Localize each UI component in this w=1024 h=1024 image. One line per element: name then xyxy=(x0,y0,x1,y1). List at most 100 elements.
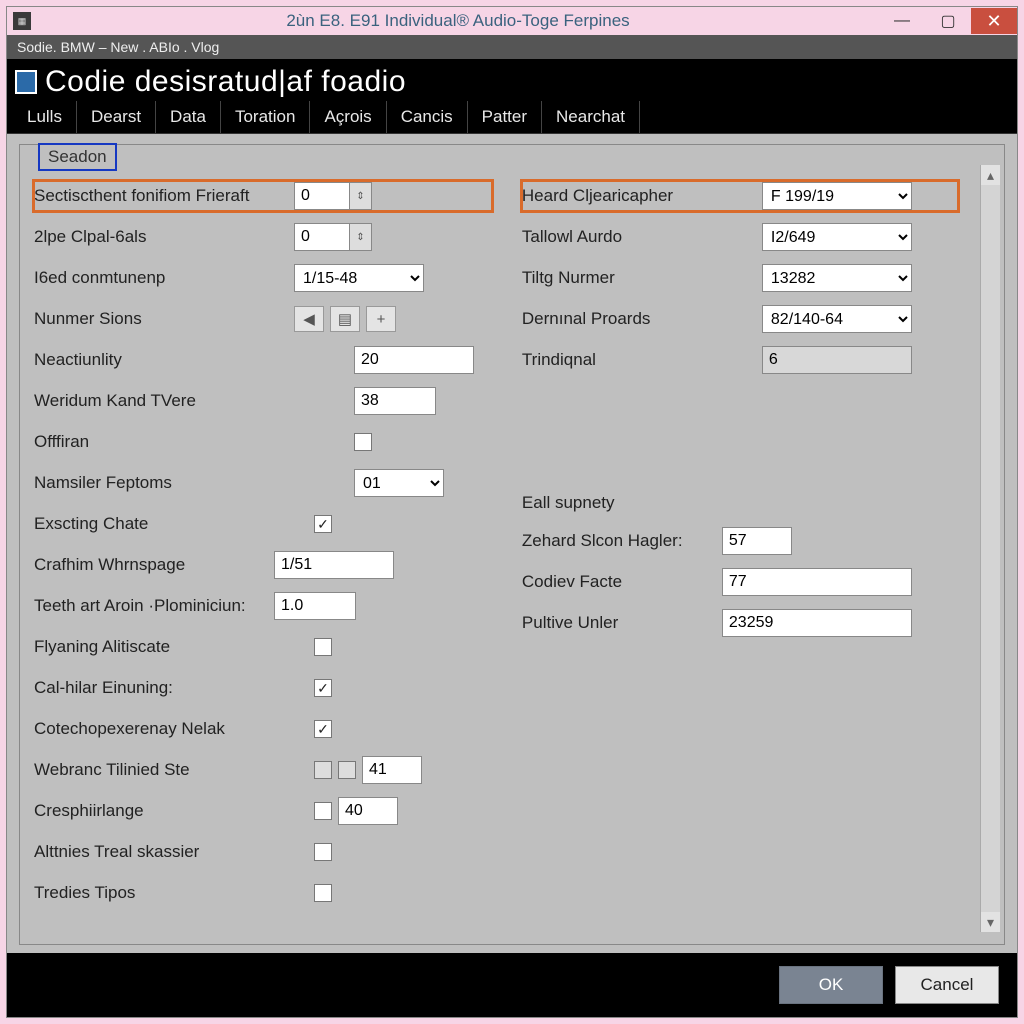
stepper-arrows-icon[interactable]: ⇕ xyxy=(350,223,372,251)
app-window: ▦ 2ùn E8. E91 Individual® Audio-Toge Fer… xyxy=(6,6,1018,1018)
label-sectischtent: Sectiscthent fonifiom Frieraft xyxy=(34,186,294,206)
input-2lpe[interactable] xyxy=(294,223,350,251)
row-teeth: Teeth art Aroin ·Plominiciun: xyxy=(34,591,492,621)
row-nunmer-sions: Nunmer Sions ◀ ▤ + xyxy=(34,304,492,334)
label-zehard: Zehard Slcon Hagler: xyxy=(522,531,722,551)
checkbox-offfiran[interactable] xyxy=(354,433,372,451)
sub-heading-eall: Eall supnety xyxy=(522,493,958,513)
checkbox-cotecho[interactable] xyxy=(314,720,332,738)
cancel-button[interactable]: Cancel xyxy=(895,966,999,1004)
checkbox-exscting[interactable] xyxy=(314,515,332,533)
label-webranc: Webranc Tilinied Ste xyxy=(34,760,294,780)
input-trindiqnal[interactable] xyxy=(762,346,912,374)
select-heard[interactable]: F 199/19 xyxy=(762,182,912,210)
row-heard: Heard Cljearicapher F 199/19 xyxy=(522,181,958,211)
row-neactiunlity: Neactiunlity xyxy=(34,345,492,375)
right-column: Heard Cljearicapher F 199/19 Tallowl Aur… xyxy=(522,181,986,932)
header: Sodie. BMW – New . ABIo . Vlog Codie des… xyxy=(7,35,1017,134)
label-codiev: Codiev Facte xyxy=(522,572,722,592)
app-icon: ▦ xyxy=(13,12,31,30)
input-teeth[interactable] xyxy=(274,592,356,620)
main-title-row: Codie desisratud|af foadio xyxy=(7,59,1017,101)
label-flyaning: Flyaning Alitiscate xyxy=(34,637,294,657)
checkbox-cresphi[interactable] xyxy=(314,802,332,820)
row-offfiran: Offfiran xyxy=(34,427,492,457)
ok-button[interactable]: OK xyxy=(779,966,883,1004)
back-icon[interactable]: ◀ xyxy=(294,306,324,332)
stepper-2lpe[interactable]: ⇕ xyxy=(294,223,372,251)
row-weridum: Weridum Kand TVere xyxy=(34,386,492,416)
columns: Sectiscthent fonifiom Frieraft ⇕ 2lpe Cl… xyxy=(34,181,986,932)
row-sectischtent: Sectiscthent fonifiom Frieraft ⇕ xyxy=(34,181,492,211)
input-pultive[interactable] xyxy=(722,609,912,637)
label-cresphi: Cresphiirlange xyxy=(34,801,294,821)
row-i6ed: I6ed conmtunenp 1/15-48 xyxy=(34,263,492,293)
checkbox-alttnies[interactable] xyxy=(314,843,332,861)
tab-nearchat[interactable]: Nearchat xyxy=(542,101,640,133)
radio-webranc-a[interactable] xyxy=(314,761,332,779)
stepper-sectischtent[interactable]: ⇕ xyxy=(294,182,372,210)
row-flyaning: Flyaning Alitiscate xyxy=(34,632,492,662)
row-webranc: Webranc Tilinied Ste xyxy=(34,755,492,785)
row-trindiqnal: Trindiqnal xyxy=(522,345,958,375)
input-weridum[interactable] xyxy=(354,387,436,415)
row-codiev: Codiev Facte xyxy=(522,567,958,597)
form-area: Seadon Sectiscthent fonifiom Frieraft ⇕ xyxy=(7,134,1017,953)
group-seadon: Seadon Sectiscthent fonifiom Frieraft ⇕ xyxy=(19,144,1005,945)
row-cresphi: Cresphiirlange xyxy=(34,796,492,826)
label-i6ed: I6ed conmtunenp xyxy=(34,268,294,288)
input-codiev[interactable] xyxy=(722,568,912,596)
checkbox-flyaning[interactable] xyxy=(314,638,332,656)
checkbox-tredies[interactable] xyxy=(314,884,332,902)
select-tiltg[interactable]: 13282 xyxy=(762,264,912,292)
scrollbar[interactable]: ▴ ▾ xyxy=(980,165,1000,932)
tab-patter[interactable]: Patter xyxy=(468,101,542,133)
label-teeth: Teeth art Aroin ·Plominiciun: xyxy=(34,596,274,616)
left-column: Sectiscthent fonifiom Frieraft ⇕ 2lpe Cl… xyxy=(34,181,492,932)
minimize-button[interactable]: — xyxy=(879,8,925,34)
label-alttnies: Alttnies Treal skassier xyxy=(34,842,294,862)
label-tredies: Tredies Tipos xyxy=(34,883,294,903)
row-exscting: Exscting Chate xyxy=(34,509,492,539)
tool-icon[interactable]: ▤ xyxy=(330,306,360,332)
row-pultive: Pultive Unler xyxy=(522,608,958,638)
checkbox-calhilar[interactable] xyxy=(314,679,332,697)
input-zehard[interactable] xyxy=(722,527,792,555)
close-button[interactable]: ✕ xyxy=(971,8,1017,34)
select-tallowl[interactable]: I2/649 xyxy=(762,223,912,251)
plus-icon[interactable]: + xyxy=(366,306,396,332)
stepper-arrows-icon[interactable]: ⇕ xyxy=(350,182,372,210)
radio-webranc-b[interactable] xyxy=(338,761,356,779)
row-calhilar: Cal-hilar Einuning: xyxy=(34,673,492,703)
select-i6ed[interactable]: 1/15-48 xyxy=(294,264,424,292)
tab-acrois[interactable]: Açrois xyxy=(310,101,386,133)
input-sectischtent[interactable] xyxy=(294,182,350,210)
tab-bar: Lulls Dearst Data Toration Açrois Cancis… xyxy=(7,101,1017,134)
tab-data[interactable]: Data xyxy=(156,101,221,133)
maximize-button[interactable]: ▢ xyxy=(925,8,971,34)
label-tallowl: Tallowl Aurdo xyxy=(522,227,762,247)
row-alttnies: Alttnies Treal skassier xyxy=(34,837,492,867)
breadcrumb: Sodie. BMW – New . ABIo . Vlog xyxy=(7,35,1017,59)
label-tiltg: Tiltg Nurmer xyxy=(522,268,762,288)
select-dernmal[interactable]: 82/140-64 xyxy=(762,305,912,333)
input-cresphi[interactable] xyxy=(338,797,398,825)
select-namsiler[interactable]: 01 xyxy=(354,469,444,497)
window-title: 2ùn E8. E91 Individual® Audio-Toge Ferpi… xyxy=(37,11,879,31)
input-neactiunlity[interactable] xyxy=(354,346,474,374)
label-nunmer-sions: Nunmer Sions xyxy=(34,309,294,329)
scroll-up-icon[interactable]: ▴ xyxy=(981,165,1000,185)
tab-dearst[interactable]: Dearst xyxy=(77,101,156,133)
row-namsiler: Namsiler Feptoms 01 xyxy=(34,468,492,498)
input-crafhim[interactable] xyxy=(274,551,394,579)
tab-lulls[interactable]: Lulls xyxy=(13,101,77,133)
input-webranc[interactable] xyxy=(362,756,422,784)
label-pultive: Pultive Unler xyxy=(522,613,722,633)
row-tredies: Tredies Tipos xyxy=(34,878,492,908)
tab-toration[interactable]: Toration xyxy=(221,101,310,133)
tab-cancis[interactable]: Cancis xyxy=(387,101,468,133)
footer: OK Cancel xyxy=(7,953,1017,1017)
row-tallowl: Tallowl Aurdo I2/649 xyxy=(522,222,958,252)
label-weridum: Weridum Kand TVere xyxy=(34,391,294,411)
scroll-down-icon[interactable]: ▾ xyxy=(981,912,1000,932)
